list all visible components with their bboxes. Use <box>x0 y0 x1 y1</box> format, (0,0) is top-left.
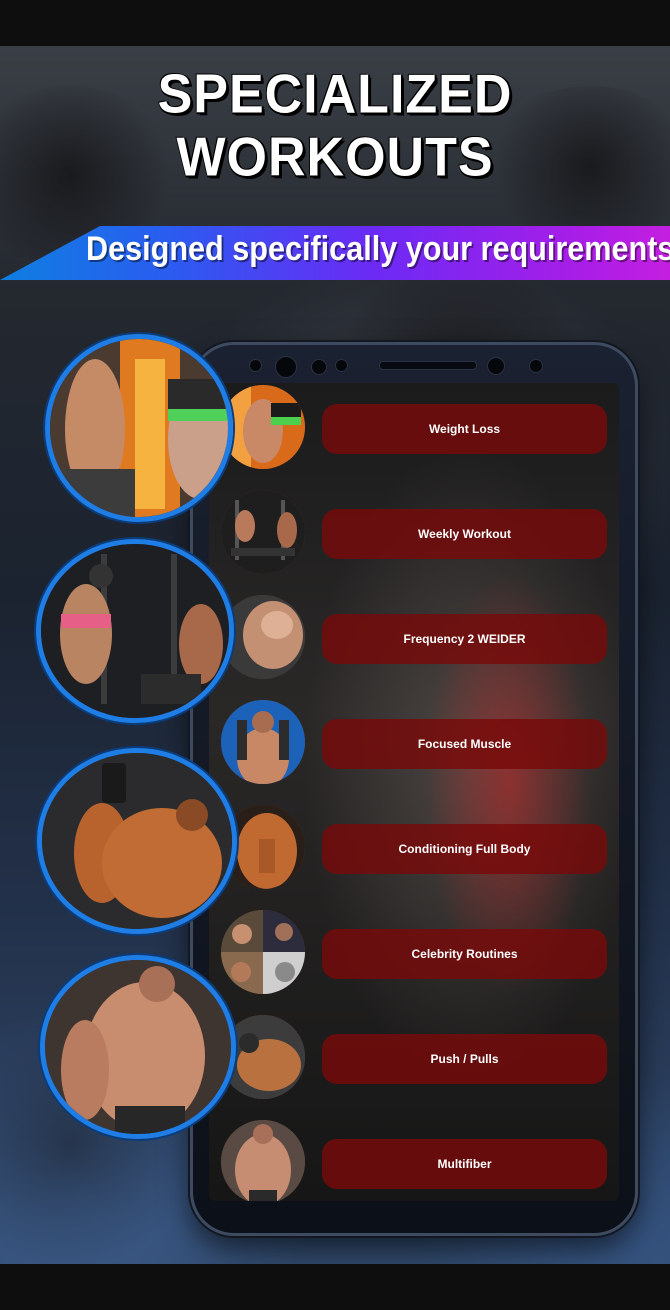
list-item[interactable]: Weekly Workout <box>209 488 619 593</box>
top-bar <box>0 0 670 46</box>
sensor-icon <box>335 359 348 372</box>
sensor-icon <box>529 359 543 373</box>
workout-button[interactable]: Multifiber <box>322 1139 607 1189</box>
weight-loss-photo <box>45 334 233 522</box>
bodybuilder-photo <box>40 955 236 1139</box>
workout-button[interactable]: Focused Muscle <box>322 719 607 769</box>
list-item[interactable]: Push / Pulls <box>209 1013 619 1118</box>
workout-button[interactable]: Weekly Workout <box>322 509 607 559</box>
front-camera-icon <box>275 356 297 378</box>
list-item[interactable]: Focused Muscle <box>209 698 619 803</box>
subtitle: Designed specifically your requirements <box>86 230 670 268</box>
workout-thumbnail <box>221 910 305 994</box>
workout-thumbnail <box>221 490 305 574</box>
bottom-bar <box>0 1264 670 1310</box>
workout-button[interactable]: Celebrity Routines <box>322 929 607 979</box>
list-item[interactable]: Frequency 2 WEIDER <box>209 593 619 698</box>
dumbbell-curl-photo <box>37 748 237 934</box>
workout-button[interactable]: Weight Loss <box>322 404 607 454</box>
workout-thumbnail <box>221 385 305 469</box>
workout-button[interactable]: Conditioning Full Body <box>322 824 607 874</box>
list-item[interactable]: Celebrity Routines <box>209 908 619 1013</box>
workout-button[interactable]: Push / Pulls <box>322 1034 607 1084</box>
sensor-icon <box>311 359 327 375</box>
workout-thumbnail <box>221 700 305 784</box>
workout-thumbnail <box>221 1120 305 1201</box>
gym-training-photo <box>36 539 234 723</box>
list-item[interactable]: Multifiber <box>209 1118 619 1201</box>
camera-icon <box>487 357 505 375</box>
page-title: SPECIALIZED WORKOUTS <box>157 64 513 188</box>
phone-mockup: Weight Loss Weekly Workout Frequency 2 W… <box>190 342 638 1236</box>
workout-button[interactable]: Frequency 2 WEIDER <box>322 614 607 664</box>
speaker-grille <box>379 361 477 370</box>
list-item[interactable]: Conditioning Full Body <box>209 803 619 908</box>
workout-list-screen: Weight Loss Weekly Workout Frequency 2 W… <box>209 383 619 1201</box>
list-item[interactable]: Weight Loss <box>209 383 619 488</box>
sensor-icon <box>249 359 262 372</box>
